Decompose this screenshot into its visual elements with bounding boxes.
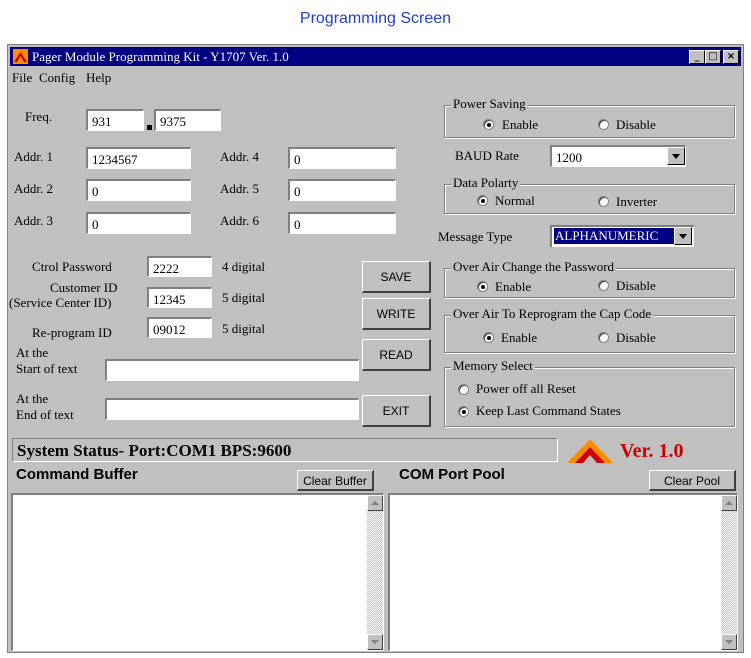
- baud-rate-dropdown-arrow[interactable]: [667, 147, 685, 165]
- addr5-label: Addr. 5: [220, 181, 259, 196]
- power-saving-disable-label: Disable: [616, 117, 656, 132]
- write-button[interactable]: WRITE: [362, 298, 431, 330]
- command-buffer-textarea[interactable]: [11, 493, 384, 651]
- menu-config[interactable]: Config: [39, 70, 75, 86]
- system-status-bar: System Status- Port:COM1 BPS:9600: [12, 438, 558, 462]
- customer-id-hint: 5 digital: [222, 290, 265, 305]
- com-port-pool-scroll-up[interactable]: [721, 495, 737, 511]
- power-saving-enable-label: Enable: [502, 117, 539, 132]
- over-air-password-disable-radio[interactable]: [598, 280, 609, 291]
- over-air-capcode-enable-label: Enable: [501, 330, 538, 345]
- title-bar[interactable]: Pager Module Programming Kit - Y1707 Ver…: [10, 47, 741, 66]
- command-buffer-scroll-down[interactable]: [367, 634, 383, 650]
- customer-id-sublabel: (Service Center ID): [9, 295, 112, 310]
- command-buffer-scrollbar[interactable]: [367, 495, 383, 650]
- save-button[interactable]: SAVE: [362, 261, 431, 293]
- end-text-label: At the: [16, 391, 49, 406]
- polarity-inverter-radio[interactable]: [598, 196, 609, 207]
- start-text-label: At the: [16, 345, 49, 360]
- baud-rate-label: BAUD Rate: [455, 148, 519, 163]
- over-air-password-title: Over Air Change the Password: [451, 259, 617, 275]
- addr4-label: Addr. 4: [220, 149, 259, 164]
- version-label: Ver. 1.0: [620, 440, 684, 462]
- power-saving-disable-radio[interactable]: [598, 119, 609, 130]
- ctrl-password-input[interactable]: 2222: [147, 256, 212, 277]
- over-air-capcode-disable-label: Disable: [616, 330, 656, 345]
- addr6-input[interactable]: 0: [288, 212, 396, 234]
- power-saving-title: Power Saving: [451, 96, 528, 112]
- ctrl-password-hint: 4 digital: [222, 259, 265, 274]
- freq-main-input[interactable]: 931: [86, 109, 144, 131]
- maximize-button[interactable]: □: [705, 50, 721, 64]
- addr2-input[interactable]: 0: [86, 179, 191, 201]
- clear-buffer-button[interactable]: Clear Buffer: [297, 470, 374, 491]
- addr3-input[interactable]: 0: [86, 212, 191, 234]
- ctrl-password-label: Ctrol Password: [32, 259, 112, 274]
- over-air-password-enable-label: Enable: [495, 279, 532, 294]
- menu-help[interactable]: Help: [86, 70, 111, 86]
- message-type-label: Message Type: [438, 229, 513, 244]
- over-air-capcode-title: Over Air To Reprogram the Cap Code: [451, 306, 654, 322]
- menu-file[interactable]: File: [12, 70, 32, 86]
- com-port-pool-scroll-down[interactable]: [721, 634, 737, 650]
- message-type-value: ALPHANUMERIC: [554, 228, 675, 244]
- reprogram-id-label: Re-program ID: [32, 325, 112, 340]
- polarity-normal-radio[interactable]: [477, 195, 488, 206]
- addr4-input[interactable]: 0: [288, 147, 396, 169]
- brand-logo-icon: [567, 439, 613, 463]
- exit-button[interactable]: EXIT: [362, 395, 431, 427]
- memory-option-power-off-radio[interactable]: [458, 384, 469, 395]
- freq-label: Freq.: [25, 109, 53, 124]
- window-title: Pager Module Programming Kit - Y1707 Ver…: [32, 49, 289, 64]
- over-air-password-enable-radio[interactable]: [477, 281, 488, 292]
- freq-decimal-point: [147, 125, 152, 130]
- com-port-pool-textarea[interactable]: [388, 493, 738, 651]
- baud-rate-select[interactable]: 1200: [550, 145, 686, 167]
- addr5-input[interactable]: 0: [288, 179, 396, 201]
- end-text-sublabel: End of text: [16, 407, 74, 422]
- minimize-button[interactable]: _: [689, 50, 705, 64]
- com-port-pool-scrollbar[interactable]: [721, 495, 737, 650]
- power-saving-enable-radio[interactable]: [483, 119, 494, 130]
- app-window: Pager Module Programming Kit - Y1707 Ver…: [7, 44, 744, 653]
- read-button[interactable]: READ: [362, 339, 431, 371]
- app-logo-icon: [13, 49, 28, 64]
- addr6-label: Addr. 6: [220, 213, 259, 228]
- message-type-dropdown-arrow[interactable]: [674, 227, 692, 245]
- over-air-password-disable-label: Disable: [616, 278, 656, 293]
- start-text-sublabel: Start of text: [16, 361, 78, 376]
- polarity-normal-label: Normal: [495, 193, 535, 208]
- over-air-capcode-enable-radio[interactable]: [483, 332, 494, 343]
- screen-caption: Programming Screen: [299, 10, 452, 27]
- message-type-select[interactable]: ALPHANUMERIC: [550, 225, 694, 247]
- clear-pool-button[interactable]: Clear Pool: [649, 470, 736, 491]
- memory-select-title: Memory Select: [451, 358, 535, 374]
- command-buffer-scroll-up[interactable]: [367, 495, 383, 511]
- addr3-label: Addr. 3: [14, 213, 53, 228]
- reprogram-id-input[interactable]: 09012: [147, 317, 212, 338]
- memory-option-keep-last-radio[interactable]: [458, 406, 469, 417]
- close-button[interactable]: ×: [723, 50, 739, 64]
- end-text-input[interactable]: [105, 398, 359, 420]
- customer-id-label: Customer ID: [50, 280, 118, 295]
- com-port-pool-title: COM Port Pool: [399, 466, 505, 483]
- addr1-input[interactable]: 1234567: [86, 147, 191, 169]
- start-text-input[interactable]: [105, 359, 359, 381]
- customer-id-input[interactable]: 12345: [147, 287, 212, 308]
- data-polarity-title: Data Polarty: [451, 175, 521, 191]
- reprogram-id-hint: 5 digital: [222, 321, 265, 336]
- polarity-inverter-label: Inverter: [616, 194, 658, 209]
- over-air-capcode-disable-radio[interactable]: [598, 332, 609, 343]
- memory-option-keep-last-label: Keep Last Command States: [476, 403, 621, 418]
- addr1-label: Addr. 1: [14, 149, 53, 164]
- memory-option-power-off-label: Power off all Reset: [476, 381, 576, 396]
- freq-decimal-input[interactable]: 9375: [154, 109, 221, 131]
- command-buffer-title: Command Buffer: [16, 466, 138, 483]
- addr2-label: Addr. 2: [14, 181, 53, 196]
